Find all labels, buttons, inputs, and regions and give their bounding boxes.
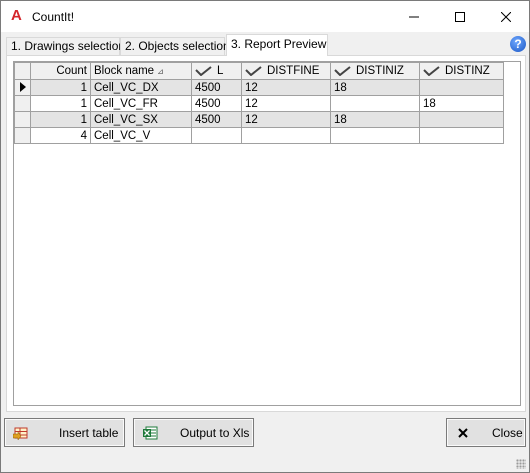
cell-distiniz[interactable] <box>330 127 420 144</box>
row-header[interactable] <box>14 111 31 128</box>
help-icon[interactable]: ? <box>510 36 526 52</box>
window-close-button[interactable] <box>483 1 529 32</box>
cell-distinz[interactable] <box>419 127 504 144</box>
table-row[interactable]: 1 Cell_VC_SX 4500 12 18 <box>14 111 504 128</box>
cell-distfine[interactable] <box>241 127 331 144</box>
cell-block-name[interactable]: Cell_VC_SX <box>90 111 192 128</box>
tab-objects-selection[interactable]: 2. Objects selection <box>120 37 230 56</box>
countit-window: A CountIt! 1. Drawings selection 2. Obje… <box>0 0 530 473</box>
column-header-distiniz[interactable]: DISTINIZ <box>330 62 420 80</box>
cell-count[interactable]: 1 <box>30 95 91 112</box>
row-header[interactable] <box>14 95 31 112</box>
checkmark-icon <box>334 66 351 76</box>
close-label: Close <box>492 426 523 440</box>
current-row-arrow-icon <box>19 82 26 93</box>
cell-distiniz[interactable]: 18 <box>330 79 420 96</box>
table-row[interactable]: 1 Cell_VC_DX 4500 12 18 <box>14 79 504 96</box>
status-bar <box>1 453 529 472</box>
sort-indicator-icon: ⊿ <box>157 67 164 76</box>
cell-distinz[interactable] <box>419 111 504 128</box>
report-grid[interactable]: Count Block name ⊿ L DISTFINE DISTINIZ DI… <box>13 61 521 406</box>
checkmark-icon <box>245 66 262 76</box>
tab-drawings-selection[interactable]: 1. Drawings selection <box>6 37 125 56</box>
cell-block-name[interactable]: Cell_VC_FR <box>90 95 192 112</box>
excel-icon <box>143 426 158 440</box>
table-row[interactable]: 1 Cell_VC_FR 4500 12 18 <box>14 95 504 112</box>
cell-l[interactable]: 4500 <box>191 95 242 112</box>
insert-table-button[interactable]: Insert table <box>4 418 125 447</box>
column-header-distfine[interactable]: DISTFINE <box>241 62 331 80</box>
close-icon <box>501 11 511 22</box>
output-to-xls-label: Output to Xls <box>180 426 250 440</box>
cell-l[interactable]: 4500 <box>191 111 242 128</box>
window-title: CountIt! <box>32 10 75 24</box>
table-row[interactable]: 4 Cell_VC_V <box>14 127 504 144</box>
title-bar[interactable]: A CountIt! <box>1 1 529 32</box>
header-row: Count Block name ⊿ L DISTFINE DISTINIZ DI… <box>14 62 504 80</box>
column-header-l[interactable]: L <box>191 62 242 80</box>
cell-count[interactable]: 1 <box>30 111 91 128</box>
maximize-icon <box>455 11 465 22</box>
cell-distfine[interactable]: 12 <box>241 79 331 96</box>
tab-strip: 1. Drawings selection 2. Objects selecti… <box>6 34 526 56</box>
row-header[interactable] <box>14 127 31 144</box>
resize-grip-icon[interactable] <box>516 459 526 469</box>
cell-block-name[interactable]: Cell_VC_DX <box>90 79 192 96</box>
minimize-button[interactable] <box>391 1 437 32</box>
report-preview-panel: Count Block name ⊿ L DISTFINE DISTINIZ DI… <box>6 55 526 412</box>
cell-distinz[interactable]: 18 <box>419 95 504 112</box>
row-header[interactable] <box>14 79 31 96</box>
close-x-icon <box>458 428 468 438</box>
cell-distiniz[interactable]: 18 <box>330 111 420 128</box>
column-header-block-name[interactable]: Block name ⊿ <box>90 62 192 80</box>
report-table: Count Block name ⊿ L DISTFINE DISTINIZ DI… <box>14 62 504 144</box>
column-header-count[interactable]: Count <box>30 62 91 80</box>
cell-count[interactable]: 1 <box>30 79 91 96</box>
corner-cell <box>14 62 31 80</box>
cell-distinz[interactable] <box>419 79 504 96</box>
column-header-distinz[interactable]: DISTINZ <box>419 62 504 80</box>
minimize-icon <box>409 16 419 17</box>
cell-count[interactable]: 4 <box>30 127 91 144</box>
output-to-xls-button[interactable]: Output to Xls <box>133 418 254 447</box>
cell-l[interactable]: 4500 <box>191 79 242 96</box>
checkmark-icon <box>423 66 440 76</box>
maximize-button[interactable] <box>437 1 483 32</box>
checkmark-icon <box>195 66 212 76</box>
autocad-app-icon: A <box>11 7 22 24</box>
cell-block-name[interactable]: Cell_VC_V <box>90 127 192 144</box>
cell-distiniz[interactable] <box>330 95 420 112</box>
close-button[interactable]: Close <box>446 418 526 447</box>
cell-l[interactable] <box>191 127 242 144</box>
tab-report-preview[interactable]: 3. Report Preview <box>226 34 328 56</box>
cell-distfine[interactable]: 12 <box>241 95 331 112</box>
insert-table-label: Insert table <box>59 426 119 440</box>
insert-table-icon <box>13 427 28 441</box>
cell-distfine[interactable]: 12 <box>241 111 331 128</box>
